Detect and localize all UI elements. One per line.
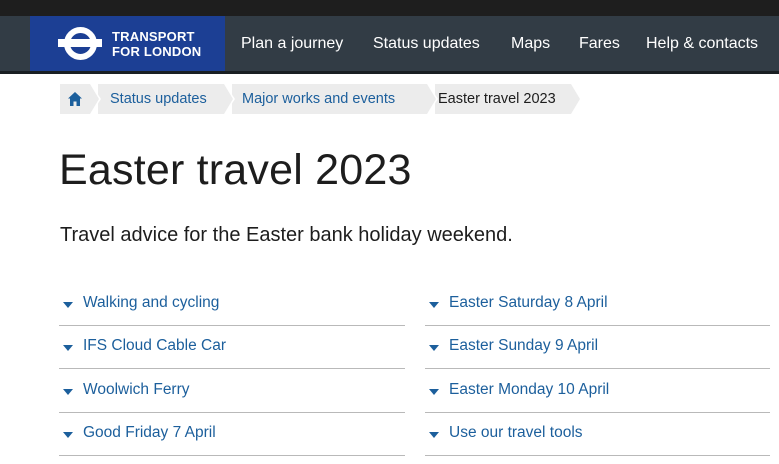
accordion-item[interactable]: IFS Cloud Cable Car bbox=[59, 326, 405, 369]
tfl-logo-link[interactable]: TRANSPORT FOR LONDON bbox=[30, 16, 225, 71]
accordion-item[interactable]: Walking and cycling bbox=[59, 283, 405, 326]
breadcrumb-label: Status updates bbox=[110, 91, 207, 107]
chevron-down-icon bbox=[63, 389, 73, 395]
accordion-label: Easter Saturday 8 April bbox=[449, 294, 608, 311]
accordion-label: Easter Sunday 9 April bbox=[449, 337, 599, 354]
accordion-label: Easter Monday 10 April bbox=[449, 381, 610, 398]
breadcrumb-home[interactable] bbox=[60, 84, 101, 114]
accordion-item[interactable]: Easter Saturday 8 April bbox=[425, 283, 770, 326]
chevron-down-icon bbox=[63, 302, 73, 308]
nav-plan-a-journey[interactable]: Plan a journey bbox=[241, 16, 343, 71]
chevron-down-icon bbox=[429, 345, 439, 351]
logo-text: TRANSPORT FOR LONDON bbox=[112, 29, 201, 59]
breadcrumb-label: Easter travel 2023 bbox=[438, 91, 556, 107]
chevron-down-icon bbox=[429, 389, 439, 395]
page-title: Easter travel 2023 bbox=[59, 146, 412, 194]
nav-maps[interactable]: Maps bbox=[511, 16, 550, 71]
chevron-down-icon bbox=[429, 432, 439, 438]
accordion-label: Good Friday 7 April bbox=[83, 424, 216, 441]
logo-line-1: TRANSPORT bbox=[112, 29, 195, 44]
breadcrumb-item-status-updates[interactable]: Status updates bbox=[98, 84, 235, 114]
accordion-label: IFS Cloud Cable Car bbox=[83, 337, 227, 354]
home-icon bbox=[68, 92, 82, 106]
accordion-item[interactable]: Woolwich Ferry bbox=[59, 370, 405, 413]
tfl-roundel-icon bbox=[58, 27, 102, 60]
nav-fares[interactable]: Fares bbox=[579, 16, 620, 71]
nav-help-and-contacts[interactable]: Help & contacts bbox=[646, 16, 758, 71]
top-strip bbox=[0, 0, 779, 16]
nav-status-updates[interactable]: Status updates bbox=[373, 16, 480, 71]
chevron-down-icon bbox=[429, 302, 439, 308]
accordion-item[interactable]: Easter Monday 10 April bbox=[425, 370, 770, 413]
breadcrumb-item-current: Easter travel 2023 bbox=[435, 84, 582, 114]
accordion-label: Walking and cycling bbox=[83, 294, 220, 311]
accordion-label: Woolwich Ferry bbox=[83, 381, 190, 398]
accordion-item[interactable]: Use our travel tools bbox=[425, 413, 770, 456]
page-intro: Travel advice for the Easter bank holida… bbox=[60, 224, 513, 246]
chevron-down-icon bbox=[63, 345, 73, 351]
accordion-item[interactable]: Easter Sunday 9 April bbox=[425, 326, 770, 369]
accordion-label: Use our travel tools bbox=[449, 424, 583, 441]
accordion-item[interactable]: Good Friday 7 April bbox=[59, 413, 405, 456]
breadcrumb-label: Major works and events bbox=[242, 91, 396, 107]
navigation-divider bbox=[0, 71, 779, 74]
chevron-down-icon bbox=[63, 432, 73, 438]
logo-line-2: FOR LONDON bbox=[112, 44, 202, 59]
breadcrumb-item-major-works[interactable]: Major works and events bbox=[232, 84, 438, 114]
